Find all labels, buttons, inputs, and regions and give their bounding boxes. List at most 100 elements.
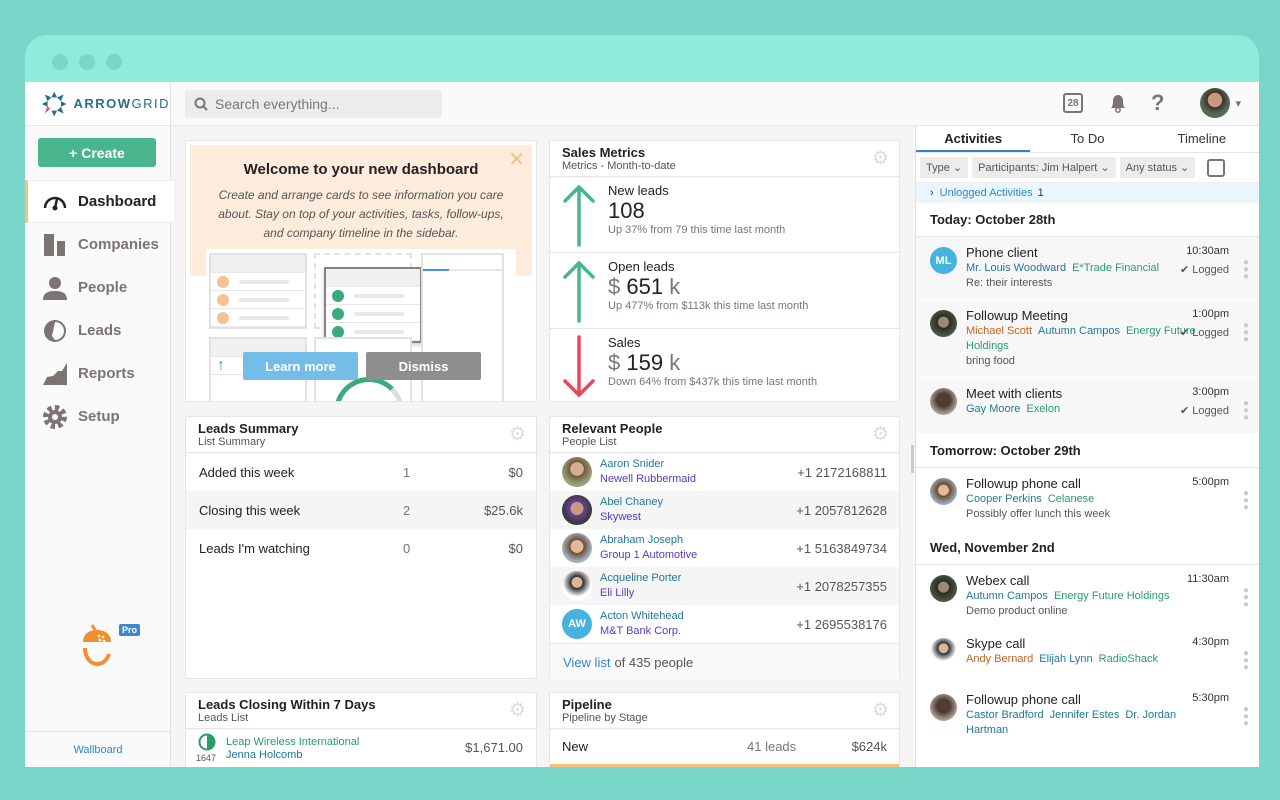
lead-amount: $1,671.00 bbox=[465, 740, 523, 755]
tab-timeline[interactable]: Timeline bbox=[1145, 126, 1259, 152]
activity-link[interactable]: Energy Future Holdings bbox=[1054, 590, 1170, 602]
tab-activities[interactable]: Activities bbox=[916, 126, 1031, 152]
window-close-button[interactable] bbox=[52, 54, 68, 70]
avatar bbox=[930, 575, 957, 602]
view-list-link[interactable]: View list bbox=[563, 655, 610, 670]
activity-item[interactable]: Followup phone call Castor Bradford Jennif… bbox=[916, 684, 1259, 747]
unlogged-link[interactable]: Unlogged Activities bbox=[940, 187, 1033, 199]
activity-link[interactable]: Castor Bradford bbox=[966, 709, 1044, 721]
app-name-bold: ARROW bbox=[73, 96, 132, 111]
more-options-icon[interactable]: ● ● ● bbox=[1243, 321, 1249, 345]
metric-open-leads[interactable]: Open leads $ 651 k Up 477% from $113k th… bbox=[550, 253, 899, 329]
activity-link[interactable]: Autumn Campos bbox=[1038, 325, 1120, 337]
help-icon[interactable]: ? bbox=[1151, 90, 1164, 116]
calendar-icon[interactable]: 28 bbox=[1063, 93, 1084, 113]
more-options-icon[interactable]: ● ● ● bbox=[1243, 705, 1249, 729]
dismiss-button[interactable]: Dismiss bbox=[366, 352, 481, 380]
activity-link[interactable]: Mr. Louis Woodward bbox=[966, 262, 1066, 274]
lead-row[interactable]: 1647 Leap Wireless International Jenna Ho… bbox=[186, 729, 536, 767]
filter-participants[interactable]: Participants: Jim Halpert ⌄ bbox=[972, 157, 1116, 178]
wallboard-link[interactable]: Wallboard bbox=[25, 731, 171, 767]
sidebar-item-label: Dashboard bbox=[78, 193, 157, 210]
card-title: Leads Summary bbox=[198, 421, 299, 436]
stage-leads: 41 leads bbox=[747, 739, 797, 754]
activity-item[interactable]: Followup phone call Cooper Perkins Celanes… bbox=[916, 468, 1259, 531]
activity-link[interactable]: Michael Scott bbox=[966, 325, 1032, 337]
search-input[interactable] bbox=[215, 96, 435, 112]
more-options-icon[interactable]: ● ● ● bbox=[1243, 258, 1249, 282]
card-header: Sales Metrics Metrics - Month-to-date ⚙ bbox=[550, 141, 899, 177]
activity-link[interactable]: Gay Moore bbox=[966, 403, 1020, 415]
summary-row[interactable]: Added this week 1 $0 bbox=[186, 453, 536, 491]
panel-resize-handle[interactable] bbox=[911, 445, 914, 473]
activity-item[interactable]: Meet with clients Gay Moore Exelon 3:00pm ✔ … bbox=[916, 378, 1259, 434]
person-row[interactable]: AW Acton Whitehead M&T Bank Corp. +1 269553… bbox=[550, 605, 899, 643]
calendar-view-icon[interactable] bbox=[1207, 158, 1226, 177]
person-row[interactable]: Acqueline Porter Eli Lilly +1 2078257355 bbox=[550, 567, 899, 605]
create-button[interactable]: + Create bbox=[38, 138, 156, 167]
metric-sales[interactable]: Sales $ 159 k Down 64% from $437k this t… bbox=[550, 329, 899, 405]
filter-type[interactable]: Type ⌄ bbox=[920, 157, 969, 178]
card-settings-icon[interactable]: ⚙ bbox=[509, 701, 527, 720]
window-minimize-button[interactable] bbox=[79, 54, 95, 70]
activity-link[interactable]: Autumn Campos bbox=[966, 590, 1048, 602]
more-options-icon[interactable]: ● ● ● bbox=[1243, 489, 1249, 513]
app-logo[interactable]: ARROWGRID bbox=[25, 82, 170, 126]
more-options-icon[interactable]: ● ● ● bbox=[1243, 649, 1249, 673]
activity-link[interactable]: E*Trade Financial bbox=[1072, 262, 1159, 274]
activity-link[interactable]: Elijah Lynn bbox=[1039, 653, 1092, 665]
activity-links: Autumn Campos Energy Future Holdings bbox=[966, 589, 1199, 604]
sidebar-item-companies[interactable]: Companies bbox=[25, 223, 170, 266]
person-row[interactable]: Abel Chaney Skywest +1 2057812628 bbox=[550, 491, 899, 529]
close-icon[interactable]: ✕ bbox=[508, 147, 525, 172]
learn-more-button[interactable]: Learn more bbox=[243, 352, 358, 380]
sidebar-item-people[interactable]: People bbox=[25, 266, 170, 309]
search-box[interactable] bbox=[185, 90, 442, 118]
summary-row[interactable]: Closing this week 2 $25.6k bbox=[186, 491, 536, 529]
pipeline-stage-row[interactable]: New 41 leads $624k bbox=[550, 729, 899, 767]
activity-item[interactable]: Skype call Andy Bernard Elijah Lynn RadioSh… bbox=[916, 628, 1259, 684]
lead-company[interactable]: Leap Wireless International bbox=[226, 735, 359, 749]
chevron-down-icon[interactable]: ▾ bbox=[1235, 97, 1241, 110]
activity-item[interactable]: Followup Meeting Michael Scott Autumn Camp… bbox=[916, 300, 1259, 378]
sidebar-item-setup[interactable]: Setup bbox=[25, 395, 170, 438]
person-row[interactable]: Aaron Snider Newell Rubbermaid +1 21721688… bbox=[550, 453, 899, 491]
sidebar-item-label: Companies bbox=[78, 236, 159, 253]
sidebar-item-reports[interactable]: Reports bbox=[25, 352, 170, 395]
metric-note: Up 37% from 79 this time last month bbox=[608, 224, 786, 236]
activity-link[interactable]: Celanese bbox=[1048, 493, 1094, 505]
card-settings-icon[interactable]: ⚙ bbox=[872, 701, 890, 720]
card-settings-icon[interactable]: ⚙ bbox=[872, 149, 890, 168]
summary-row[interactable]: Leads I'm watching 0 $0 bbox=[186, 529, 536, 567]
activity-link[interactable]: Andy Bernard bbox=[966, 653, 1033, 665]
metric-new-leads[interactable]: New leads 108 Up 37% from 79 this time l… bbox=[550, 177, 899, 253]
lead-person[interactable]: Jenna Holcomb bbox=[226, 749, 359, 761]
activity-item[interactable]: Webex call Autumn Campos Energy Future Hol… bbox=[916, 565, 1259, 628]
avatar bbox=[562, 495, 592, 525]
arrow-up-icon bbox=[563, 184, 595, 247]
card-settings-icon[interactable]: ⚙ bbox=[509, 425, 527, 444]
filter-status[interactable]: Any status ⌄ bbox=[1119, 157, 1196, 178]
unlogged-activities[interactable]: › Unlogged Activities 1 bbox=[916, 183, 1259, 203]
window-maximize-button[interactable] bbox=[106, 54, 122, 70]
tab-todo[interactable]: To Do bbox=[1030, 126, 1144, 152]
activity-link[interactable]: RadioShack bbox=[1099, 653, 1158, 665]
activity-link[interactable]: Cooper Perkins bbox=[966, 493, 1042, 505]
activity-list: Today: October 28th ML Phone client Mr. Lou… bbox=[916, 203, 1259, 747]
avatar bbox=[930, 310, 957, 337]
user-avatar[interactable] bbox=[1200, 88, 1231, 118]
activity-item[interactable]: ML Phone client Mr. Louis Woodward E*Trade … bbox=[916, 237, 1259, 300]
pro-upgrade[interactable]: Pro bbox=[79, 622, 141, 677]
sidebar-item-label: Setup bbox=[78, 408, 120, 425]
activity-link[interactable]: Exelon bbox=[1026, 403, 1060, 415]
sidebar-item-leads[interactable]: Leads bbox=[25, 309, 170, 352]
activity-note: Possibly offer lunch this week bbox=[966, 508, 1111, 520]
sales-metrics-card: Sales Metrics Metrics - Month-to-date ⚙ … bbox=[549, 140, 900, 402]
activity-link[interactable]: Jennifer Estes bbox=[1050, 709, 1120, 721]
more-options-icon[interactable]: ● ● ● bbox=[1243, 586, 1249, 610]
sidebar-item-dashboard[interactable]: Dashboard bbox=[25, 180, 174, 223]
person-row[interactable]: Abraham Joseph Group 1 Automotive +1 51638… bbox=[550, 529, 899, 567]
more-options-icon[interactable]: ● ● ● bbox=[1243, 399, 1249, 423]
bell-icon[interactable] bbox=[1107, 92, 1129, 114]
card-settings-icon[interactable]: ⚙ bbox=[872, 425, 890, 444]
